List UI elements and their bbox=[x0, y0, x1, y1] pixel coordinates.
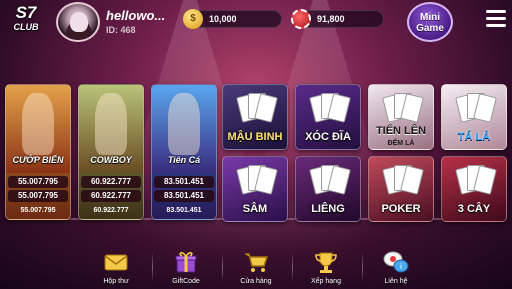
gold-balance[interactable]: $ 10,000 bbox=[183, 9, 282, 29]
game-poker[interactable]: POKER bbox=[368, 156, 434, 222]
playing-cards-icon bbox=[382, 165, 424, 197]
mini-game-label-2: Game bbox=[416, 23, 444, 34]
jackpot-value: 60.922.777 bbox=[81, 176, 141, 188]
gold-coin-icon: $ bbox=[183, 9, 203, 29]
playing-cards-icon bbox=[236, 165, 278, 197]
casino-chip-icon bbox=[291, 9, 311, 29]
cart-icon bbox=[243, 250, 269, 274]
nav-label: Xếp hạng bbox=[311, 278, 341, 285]
game-label: TÁ LẢ bbox=[457, 131, 491, 143]
jackpot-value: 55.007.795 bbox=[8, 190, 68, 202]
game-label: 3 CÂY bbox=[457, 203, 491, 215]
hamburger-menu-icon[interactable] bbox=[486, 10, 506, 28]
game-mau-binh[interactable]: MẬU BINH bbox=[222, 84, 288, 150]
playing-cards-icon bbox=[309, 165, 351, 197]
chip-balance-value: 91,800 bbox=[317, 14, 345, 24]
mini-game-button[interactable]: Mini Game bbox=[407, 2, 453, 42]
jackpot-value: 83.501.451 bbox=[154, 190, 214, 202]
game-3-cay[interactable]: 3 CÂY bbox=[441, 156, 507, 222]
avatar[interactable] bbox=[56, 2, 100, 42]
playing-cards-icon bbox=[236, 93, 278, 125]
club-logo: S7 CLUB bbox=[6, 4, 46, 40]
playing-cards-icon bbox=[382, 93, 424, 125]
nav-label: Hộp thư bbox=[103, 278, 129, 285]
nav-label: Liên hệ bbox=[384, 278, 408, 285]
game-sam[interactable]: SÂM bbox=[222, 156, 288, 222]
chat-icon: i bbox=[383, 250, 409, 274]
nav-shop[interactable]: Cửa hàng bbox=[224, 248, 288, 289]
mini-game-label-1: Mini bbox=[420, 12, 440, 23]
user-id: ID: 468 bbox=[106, 25, 136, 35]
chip-balance[interactable]: 91,800 bbox=[291, 9, 384, 29]
playing-cards-icon bbox=[455, 93, 497, 125]
gift-icon bbox=[173, 250, 199, 274]
game-label: POKER bbox=[381, 203, 421, 215]
game-ta-la[interactable]: TÁ LẢ bbox=[441, 84, 507, 150]
slot-name: CƯỚP BIỂN bbox=[12, 155, 64, 165]
game-lieng[interactable]: LIÊNG bbox=[295, 156, 361, 222]
jackpot-value: 60.922.777 bbox=[93, 207, 129, 214]
jackpot-value: 83.501.451 bbox=[166, 207, 202, 214]
slot-name: Tiên Cá bbox=[167, 155, 201, 165]
trophy-icon bbox=[313, 250, 339, 274]
username: hellowo... bbox=[106, 8, 166, 23]
nav-contact[interactable]: i Liên hệ bbox=[364, 248, 428, 289]
logo-sub: CLUB bbox=[13, 22, 39, 32]
nav-label: GiftCode bbox=[172, 278, 200, 285]
nav-ranking[interactable]: Xếp hạng bbox=[294, 248, 358, 289]
slot-game-cuop-bien[interactable]: CƯỚP BIỂN 55.007.795 55.007.795 55.007.7… bbox=[5, 84, 71, 220]
top-bar: S7 CLUB hellowo... ID: 468 $ 10,000 91,8… bbox=[0, 0, 512, 44]
slot-name: COWBOY bbox=[90, 155, 132, 165]
game-label: MẬU BINH bbox=[227, 131, 283, 143]
game-label: TIẾN LÊN bbox=[375, 125, 427, 137]
bottom-nav: Hộp thư GiftCode Cửa hàng Xếp hạng i Liê… bbox=[0, 248, 512, 289]
game-label: SÂM bbox=[242, 203, 268, 215]
dice-bowl-icon bbox=[309, 93, 351, 125]
gold-balance-value: 10,000 bbox=[209, 14, 237, 24]
logo-main: S7 bbox=[15, 3, 37, 22]
slot-game-cowboy[interactable]: COWBOY 60.922.777 60.922.777 60.922.777 bbox=[78, 84, 144, 220]
jackpot-value: 60.922.777 bbox=[81, 190, 141, 202]
jackpot-value: 83.501.451 bbox=[154, 176, 214, 188]
slot-game-tien-ca[interactable]: Tiên Cá 83.501.451 83.501.451 83.501.451 bbox=[151, 84, 217, 220]
jackpot-value: 55.007.795 bbox=[20, 207, 56, 214]
nav-label: Cửa hàng bbox=[240, 278, 272, 285]
game-label: XÓC ĐĨA bbox=[305, 131, 351, 143]
nav-mail[interactable]: Hộp thư bbox=[84, 248, 148, 289]
game-label: LIÊNG bbox=[311, 203, 345, 215]
svg-text:i: i bbox=[400, 262, 402, 271]
game-sublabel: ĐẾM LÁ bbox=[387, 140, 415, 147]
mail-icon bbox=[103, 250, 129, 274]
nav-giftcode[interactable]: GiftCode bbox=[154, 248, 218, 289]
game-tien-len[interactable]: TIẾN LÊN ĐẾM LÁ bbox=[368, 84, 434, 150]
playing-cards-icon bbox=[455, 165, 497, 197]
jackpot-value: 55.007.795 bbox=[8, 176, 68, 188]
game-xoc-dia[interactable]: XÓC ĐĨA bbox=[295, 84, 361, 150]
